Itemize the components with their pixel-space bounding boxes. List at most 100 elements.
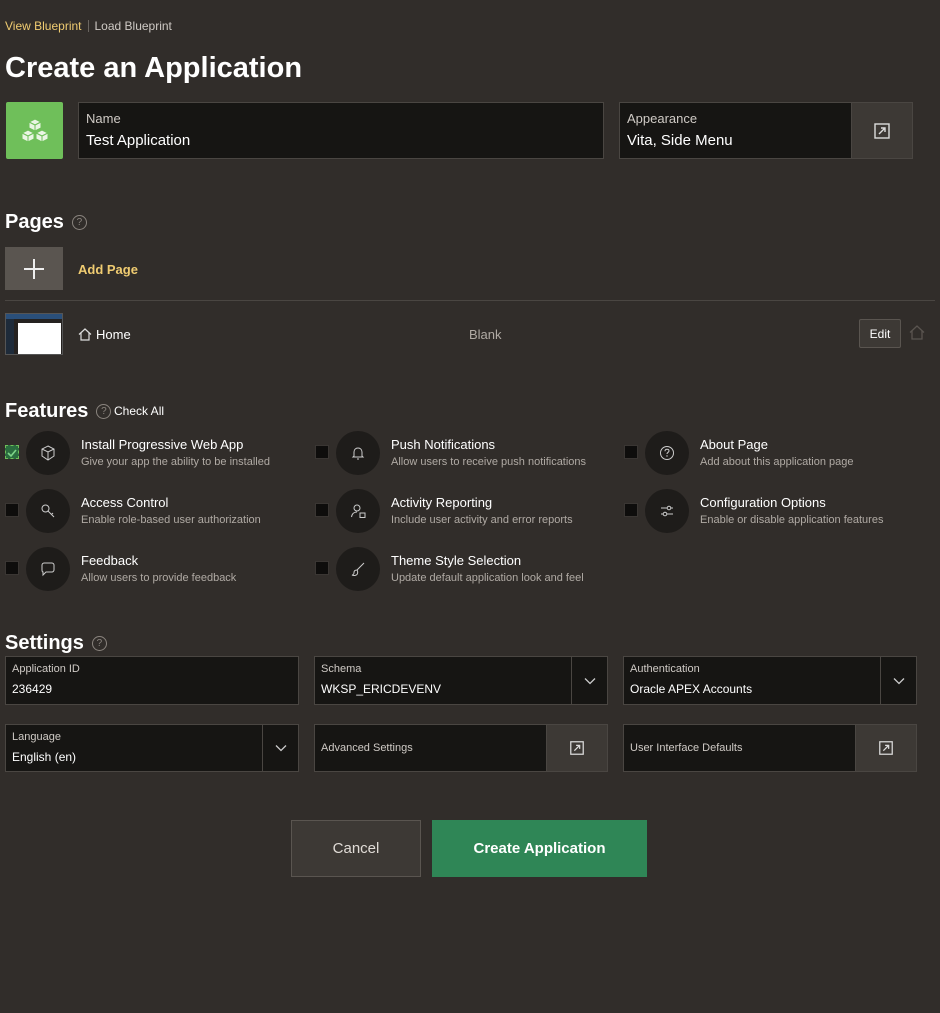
feature-about[interactable]: About Page Add about this application pa… [624,431,924,475]
open-dialog-icon [874,122,890,139]
page-thumbnail [5,313,63,355]
add-page-button[interactable] [5,247,63,290]
language-value: English (en) [12,750,77,764]
brush-icon [336,547,380,591]
appearance-edit-button[interactable] [851,103,912,158]
chevron-down-icon[interactable] [262,725,298,771]
feature-title: Feedback [81,553,139,568]
feature-desc: Enable role-based user authorization [81,514,261,526]
feature-theme-style[interactable]: Theme Style Selection Update default app… [315,547,615,591]
chevron-down-icon[interactable] [880,657,916,704]
advanced-settings-field[interactable]: Advanced Settings [314,724,608,772]
feature-push[interactable]: Push Notifications Allow users to receiv… [315,431,615,475]
feature-pwa[interactable]: Install Progressive Web App Give your ap… [5,431,305,475]
name-value[interactable]: Test Application [86,132,190,149]
key-icon [26,489,70,533]
checkbox[interactable] [5,561,19,575]
feature-desc: Add about this application page [700,456,854,468]
feature-configuration-options[interactable]: Configuration Options Enable or disable … [624,489,924,533]
create-application-button[interactable]: Create Application [432,820,647,877]
edit-page-button[interactable]: Edit [859,319,901,348]
pages-title: Pages ? [5,211,87,234]
home-icon [78,328,92,341]
feature-feedback[interactable]: Feedback Allow users to provide feedback [5,547,305,591]
settings-title: Settings ? [5,632,107,655]
bell-icon [336,431,380,475]
authentication-select[interactable]: Authentication Oracle APEX Accounts [623,656,917,705]
feature-activity-reporting[interactable]: Activity Reporting Include user activity… [315,489,615,533]
feature-desc: Allow users to provide feedback [81,572,237,584]
name-label: Name [86,111,121,126]
schema-value: WKSP_ERICDEVENV [321,682,442,696]
check-all-link[interactable]: Check All [114,404,164,418]
user-report-icon [336,489,380,533]
breadcrumb-view-blueprint[interactable]: View Blueprint [5,19,82,33]
settings-title-text: Settings [5,632,84,654]
add-page-link[interactable]: Add Page [78,262,138,277]
feature-title: About Page [700,437,768,452]
cubes-icon [20,117,49,143]
page-title: Create an Application [5,52,303,84]
schema-select[interactable]: Schema WKSP_ERICDEVENV [314,656,608,705]
application-id-field[interactable]: Application ID 236429 [5,656,299,705]
cube-icon [26,431,70,475]
checkbox[interactable] [315,445,329,459]
help-icon[interactable]: ? [96,404,112,419]
feature-title: Activity Reporting [391,495,493,510]
features-title: Features ? [5,400,112,423]
plus-icon [24,258,44,279]
feature-desc: Allow users to receive push notification… [391,456,587,468]
page-type: Blank [469,327,502,342]
pages-title-text: Pages [5,211,64,233]
appearance-label: Appearance [627,111,698,126]
divider [5,300,935,301]
advanced-settings-button[interactable] [546,725,607,771]
feature-title: Theme Style Selection [391,553,522,568]
ui-defaults-field[interactable]: User Interface Defaults [623,724,917,772]
feature-desc: Include user activity and error reports [391,514,573,526]
appearance-field[interactable]: Appearance Vita, Side Menu [619,102,913,159]
feature-title: Install Progressive Web App [81,437,244,452]
schema-label: Schema [321,663,362,675]
page-item-home: Home [78,327,131,342]
feature-desc: Enable or disable application features [700,514,884,526]
features-title-text: Features [5,400,89,422]
sliders-icon [645,489,689,533]
feature-title: Configuration Options [700,495,826,510]
ui-defaults-button[interactable] [855,725,916,771]
authentication-label: Authentication [630,663,700,675]
open-dialog-icon [879,741,893,755]
help-icon[interactable]: ? [71,215,87,230]
app-icon-picker[interactable] [6,102,63,159]
open-dialog-icon [570,741,584,755]
authentication-value: Oracle APEX Accounts [630,682,753,696]
set-home-icon[interactable] [909,325,925,345]
cancel-button[interactable]: Cancel [291,820,421,877]
feature-access-control[interactable]: Access Control Enable role-based user au… [5,489,305,533]
application-id-value[interactable]: 236429 [12,682,52,696]
chat-icon [26,547,70,591]
advanced-settings-label: Advanced Settings [321,742,413,754]
feature-desc: Update default application look and feel [391,572,584,584]
ui-defaults-label: User Interface Defaults [630,742,743,754]
checkbox-checked[interactable] [5,445,19,459]
application-id-label: Application ID [12,663,80,675]
feature-title: Push Notifications [391,437,496,452]
checkbox[interactable] [5,503,19,517]
chevron-down-icon[interactable] [571,657,607,704]
page-name: Home [96,327,131,342]
checkbox[interactable] [315,503,329,517]
question-icon [645,431,689,475]
language-select[interactable]: Language English (en) [5,724,299,772]
name-field[interactable]: Name Test Application [78,102,604,159]
checkbox[interactable] [624,503,638,517]
appearance-value: Vita, Side Menu [627,132,733,149]
checkbox[interactable] [315,561,329,575]
breadcrumb-load-blueprint[interactable]: Load Blueprint [95,19,172,33]
checkbox[interactable] [624,445,638,459]
breadcrumb: View Blueprint Load Blueprint [5,19,172,33]
help-icon[interactable]: ? [91,636,107,651]
language-label: Language [12,731,61,743]
feature-title: Access Control [81,495,169,510]
feature-desc: Give your app the ability to be installe… [81,456,270,468]
